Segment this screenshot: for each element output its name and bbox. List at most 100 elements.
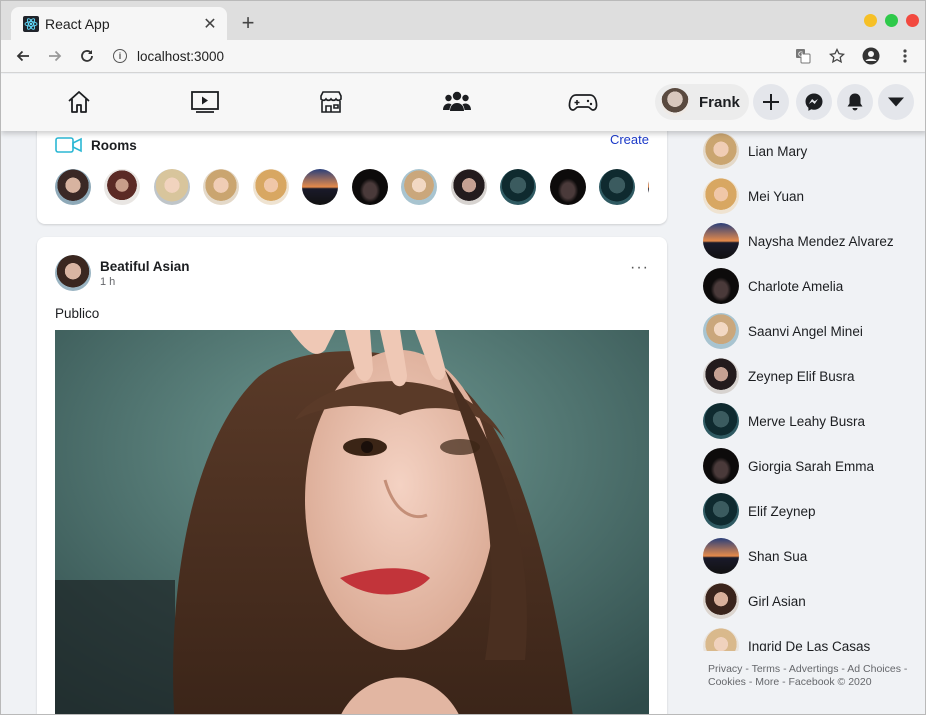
top-navigation: Frank [1, 74, 925, 131]
rooms-title: Rooms [91, 137, 137, 153]
contact-item[interactable]: Naysha Mendez Alvarez [703, 221, 917, 261]
avatar [703, 178, 739, 214]
account-icon[interactable] [861, 46, 881, 66]
room-avatar[interactable] [648, 169, 649, 205]
account-menu-button[interactable] [878, 84, 914, 120]
room-avatar[interactable] [302, 169, 339, 205]
messenger-button[interactable] [796, 84, 832, 120]
room-avatar[interactable] [549, 169, 586, 205]
gaming-icon[interactable] [567, 86, 599, 118]
address-bar[interactable]: i localhost:3000 [113, 49, 224, 64]
create-room-link[interactable]: Create [610, 132, 649, 147]
groups-icon[interactable] [441, 86, 473, 118]
arrow-left-icon [16, 50, 29, 62]
caret-down-icon [888, 97, 904, 107]
reload-button[interactable] [77, 46, 97, 66]
watch-icon[interactable] [189, 86, 221, 118]
close-tab-icon[interactable]: ✕ [201, 14, 219, 34]
room-avatar[interactable] [500, 169, 537, 205]
avatar[interactable] [55, 255, 91, 291]
contact-item[interactable]: Shan Sua [703, 536, 917, 576]
post-image[interactable] [55, 330, 649, 714]
room-avatar[interactable] [598, 169, 635, 205]
footer-line-2[interactable]: Cookies - More - Facebook © 2020 [708, 676, 913, 689]
minimize-button[interactable] [864, 14, 877, 27]
room-avatar[interactable] [351, 169, 388, 205]
browser-menu-icon[interactable] [895, 46, 915, 66]
post-author[interactable]: Beatiful Asian [100, 259, 190, 274]
contact-name: Elif Zeynep [748, 503, 816, 519]
close-window-button[interactable] [906, 14, 919, 27]
more-options-icon[interactable]: ··· [630, 259, 649, 277]
avatar [703, 583, 739, 619]
avatar [703, 538, 739, 574]
marketplace-icon[interactable] [315, 86, 347, 118]
avatar [703, 358, 739, 394]
contact-item[interactable]: Merve Leahy Busra [703, 401, 917, 441]
rooms-avatar-list [55, 169, 649, 207]
contact-name: Girl Asian [748, 593, 806, 609]
new-tab-button[interactable]: + [237, 11, 259, 35]
post-text: Publico [55, 306, 100, 321]
contact-name: Merve Leahy Busra [748, 413, 866, 429]
contact-name: Naysha Mendez Alvarez [748, 233, 894, 249]
tab-react-app[interactable]: React App ✕ [11, 7, 227, 40]
contact-item[interactable]: Giorgia Sarah Emma [703, 446, 917, 486]
avatar [661, 88, 689, 116]
contact-name: Giorgia Sarah Emma [748, 458, 875, 474]
bookmark-star-icon[interactable] [827, 46, 847, 66]
contact-item[interactable]: Charlote Amelia [703, 266, 917, 306]
footer-links: Privacy - Terms - Advertings - Ad Choice… [708, 663, 913, 688]
profile-name: Frank [699, 93, 740, 111]
url-text: localhost:3000 [137, 48, 225, 64]
browser-toolbar: i localhost:3000 G [1, 40, 925, 73]
contact-item[interactable]: Elif Zeynep [703, 491, 917, 531]
messenger-icon [805, 93, 823, 111]
post-card: Beatiful Asian 1 h ··· Publico [37, 237, 667, 714]
room-avatar[interactable] [55, 169, 91, 205]
reload-icon [81, 50, 93, 62]
react-logo-icon [23, 15, 39, 32]
site-info-icon[interactable]: i [113, 49, 127, 63]
contact-item[interactable]: Lian Mary [703, 131, 917, 171]
contact-item[interactable]: Ingrid De Las Casas [703, 626, 917, 651]
contact-item[interactable]: Zeynep Elif Busra [703, 356, 917, 396]
avatar [703, 403, 739, 439]
room-avatar[interactable] [153, 169, 190, 205]
create-button[interactable] [753, 84, 789, 120]
contact-name: Shan Sua [748, 548, 808, 564]
notifications-button[interactable] [837, 84, 873, 120]
plus-icon [763, 94, 779, 110]
contact-name: Saanvi Angel Minei [748, 323, 863, 339]
contact-item[interactable]: Mei Yuan [703, 176, 917, 216]
translate-icon[interactable]: G [793, 46, 813, 66]
avatar [703, 448, 739, 484]
room-avatar[interactable] [252, 169, 289, 205]
profile-chip[interactable]: Frank [655, 84, 749, 120]
contact-name: Ingrid De Las Casas [748, 638, 871, 652]
svg-text:G: G [798, 51, 803, 59]
bell-icon [847, 93, 863, 111]
contact-name: Lian Mary [748, 143, 808, 159]
avatar [703, 628, 739, 651]
home-icon[interactable] [63, 86, 95, 118]
room-avatar[interactable] [401, 169, 438, 205]
room-avatar[interactable] [203, 169, 240, 205]
room-avatar[interactable] [104, 169, 141, 205]
room-avatar[interactable] [450, 169, 487, 205]
forward-button[interactable] [45, 46, 65, 66]
avatar [703, 133, 739, 169]
browser-window: React App ✕ + i localhost:3000 G Frank R… [0, 0, 926, 715]
contact-name: Zeynep Elif Busra [748, 368, 855, 384]
back-button[interactable] [13, 46, 33, 66]
window-controls [864, 14, 919, 27]
contact-item[interactable]: Saanvi Angel Minei [703, 311, 917, 351]
post-timestamp[interactable]: 1 h [100, 276, 115, 288]
contact-name: Charlote Amelia [748, 278, 844, 294]
video-camera-icon [55, 137, 82, 153]
contact-item[interactable]: Girl Asian [703, 581, 917, 621]
footer-line-1[interactable]: Privacy - Terms - Advertings - Ad Choice… [708, 663, 913, 676]
maximize-button[interactable] [885, 14, 898, 27]
tab-strip: React App ✕ + [1, 1, 925, 40]
avatar [703, 268, 739, 304]
